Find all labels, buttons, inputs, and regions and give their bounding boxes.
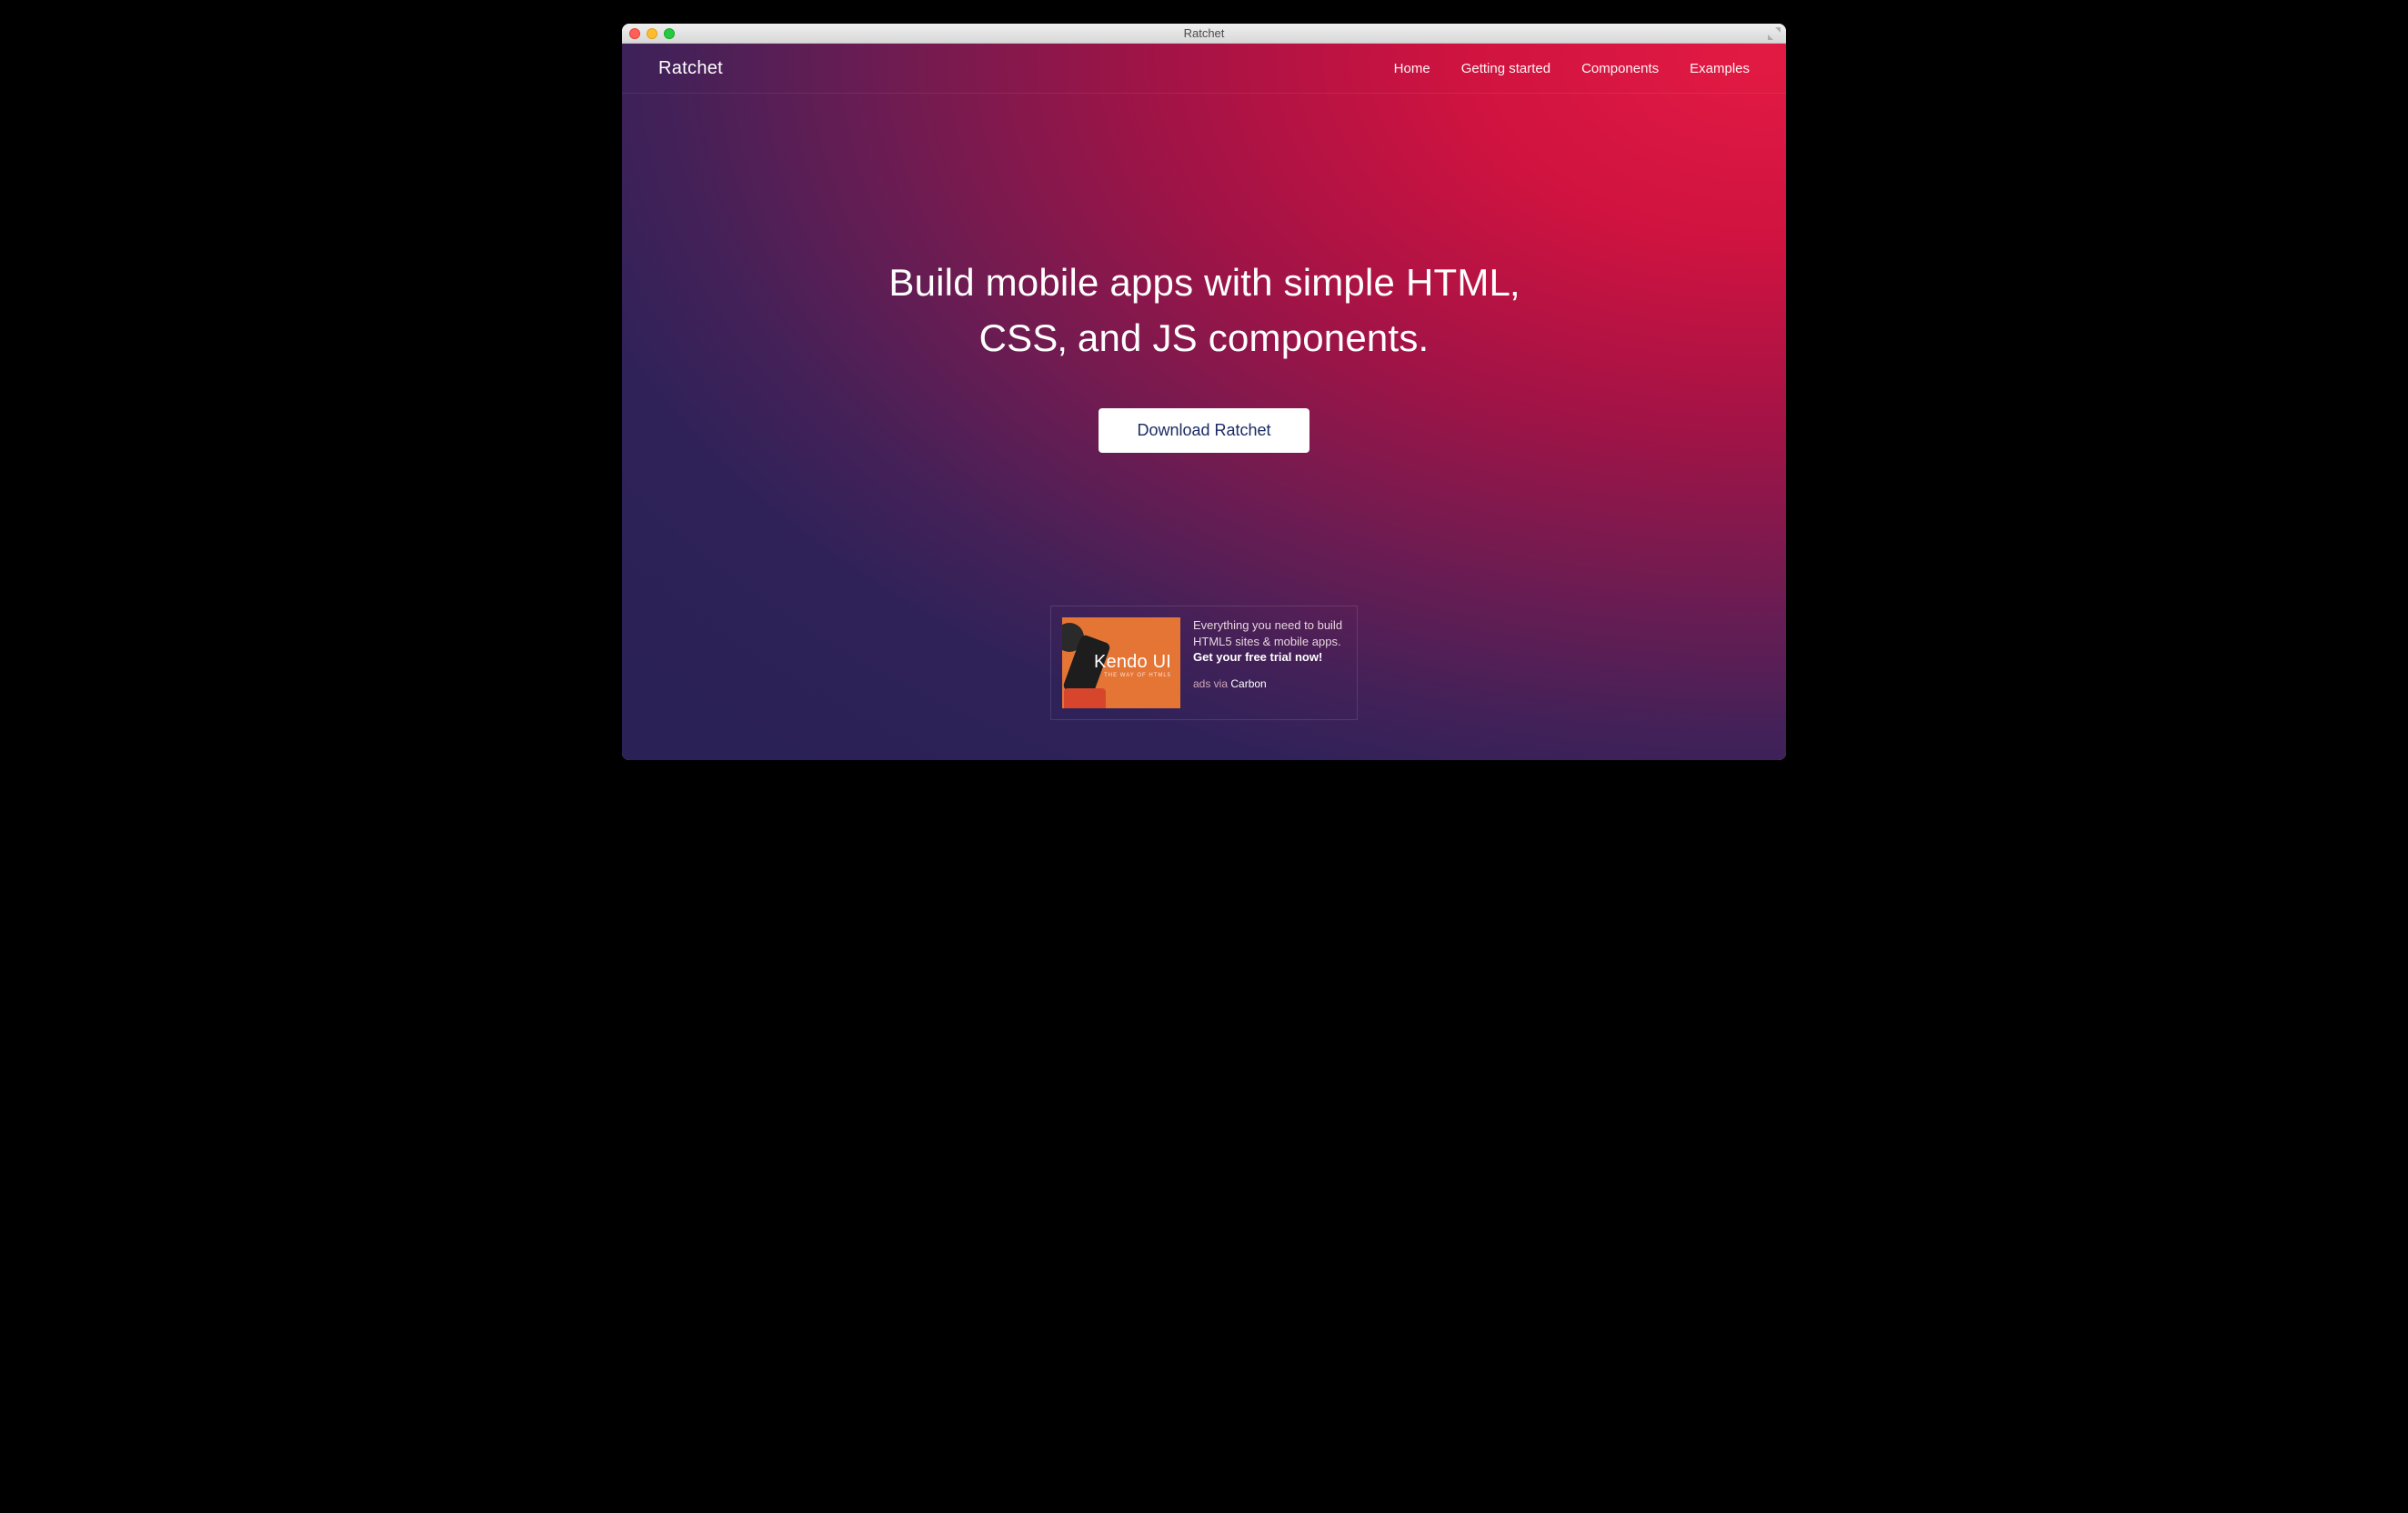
nav-link-getting-started[interactable]: Getting started xyxy=(1461,61,1550,76)
download-button[interactable]: Download Ratchet xyxy=(1099,408,1309,453)
traffic-lights xyxy=(622,28,675,39)
browser-window: Ratchet Ratchet Home Getting started Com… xyxy=(622,24,1786,760)
minimize-window-button[interactable] xyxy=(647,28,657,39)
brand-logo[interactable]: Ratchet xyxy=(658,58,723,79)
ad-cta-text: Get your free trial now! xyxy=(1193,650,1322,664)
page-content: Ratchet Home Getting started Components … xyxy=(622,44,1786,760)
ad-text: Everything you need to build HTML5 sites… xyxy=(1193,618,1342,648)
nav-link-components[interactable]: Components xyxy=(1581,61,1659,76)
nav-link-home[interactable]: Home xyxy=(1394,61,1430,76)
zoom-window-button[interactable] xyxy=(664,28,675,39)
ad-attrib-vendor[interactable]: Carbon xyxy=(1230,677,1266,690)
top-nav: Ratchet Home Getting started Components … xyxy=(622,44,1786,94)
nav-links: Home Getting started Components Examples xyxy=(1394,61,1750,76)
window-titlebar: Ratchet xyxy=(622,24,1786,44)
ad-attribution: ads via Carbon xyxy=(1193,676,1346,691)
ad-copy: Everything you need to build HTML5 sites… xyxy=(1193,617,1346,708)
hero-headline: Build mobile apps with simple HTML‚ CSS‚… xyxy=(858,256,1550,366)
window-title: Ratchet xyxy=(622,26,1786,40)
fullscreen-icon[interactable] xyxy=(1768,27,1781,40)
ad-image-tagline: THE WAY OF HTML5 xyxy=(1104,672,1171,679)
ad-attrib-prefix: ads via xyxy=(1193,677,1230,690)
close-window-button[interactable] xyxy=(629,28,640,39)
carbon-ad[interactable]: Kendo UI THE WAY OF HTML5 Everything you… xyxy=(1050,606,1358,720)
ad-image: Kendo UI THE WAY OF HTML5 xyxy=(1062,617,1180,708)
hero: Build mobile apps with simple HTML‚ CSS‚… xyxy=(622,94,1786,453)
ad-image-brand: Kendo UI xyxy=(1094,650,1171,675)
nav-link-examples[interactable]: Examples xyxy=(1690,61,1750,76)
